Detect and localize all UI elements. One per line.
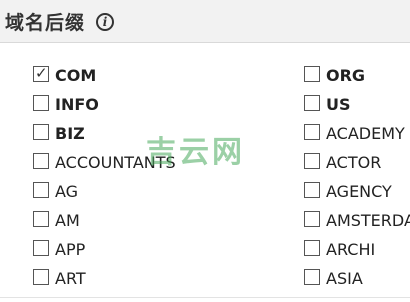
domain-option-label: AG: [55, 182, 79, 201]
checkbox[interactable]: [33, 153, 49, 169]
domain-option-label: BIZ: [55, 124, 85, 143]
domain-option-label: ORG: [326, 66, 366, 85]
checkbox[interactable]: [33, 182, 49, 198]
domain-option-label: ACADEMY: [326, 124, 405, 143]
checkbox[interactable]: [304, 269, 320, 285]
checkmark-icon: ✓: [35, 64, 48, 82]
info-icon[interactable]: i: [96, 13, 114, 31]
domain-option-label: AGENCY: [326, 182, 392, 201]
panel-header: 域名后缀 i: [0, 0, 410, 43]
divider: [0, 297, 410, 298]
domain-option-label: APP: [55, 240, 86, 259]
checkbox[interactable]: [33, 240, 49, 256]
checkbox[interactable]: [304, 95, 320, 111]
domain-option-label: US: [326, 95, 351, 114]
domain-option-label: AM: [55, 211, 80, 230]
panel-title: 域名后缀: [5, 12, 86, 34]
checkbox[interactable]: [33, 211, 49, 227]
checkbox[interactable]: [304, 182, 320, 198]
checkbox[interactable]: ✓: [33, 64, 49, 82]
domain-option-label: AMSTERDAM: [326, 211, 410, 230]
domain-option-label: ART: [55, 269, 86, 288]
checkbox[interactable]: [304, 66, 320, 82]
checkbox[interactable]: [33, 124, 49, 140]
checkbox[interactable]: [304, 240, 320, 256]
domain-suffix-panel: 域名后缀 i ✓ COM INFO BIZ ACCOUNTANTS AG AM APP ART …: [0, 0, 410, 302]
checkbox[interactable]: [33, 269, 49, 285]
domain-option-label: INFO: [55, 95, 99, 114]
checkbox[interactable]: [304, 153, 320, 169]
domain-option-label: COM: [55, 66, 97, 85]
watermark: 吉云网: [146, 135, 245, 170]
domain-option-label: ACTOR: [326, 153, 382, 172]
checkbox[interactable]: [304, 211, 320, 227]
domain-option-label: ASIA: [326, 269, 363, 288]
checkbox[interactable]: [33, 95, 49, 111]
checkbox[interactable]: [304, 124, 320, 140]
domain-option-label: ARCHI: [326, 240, 376, 259]
